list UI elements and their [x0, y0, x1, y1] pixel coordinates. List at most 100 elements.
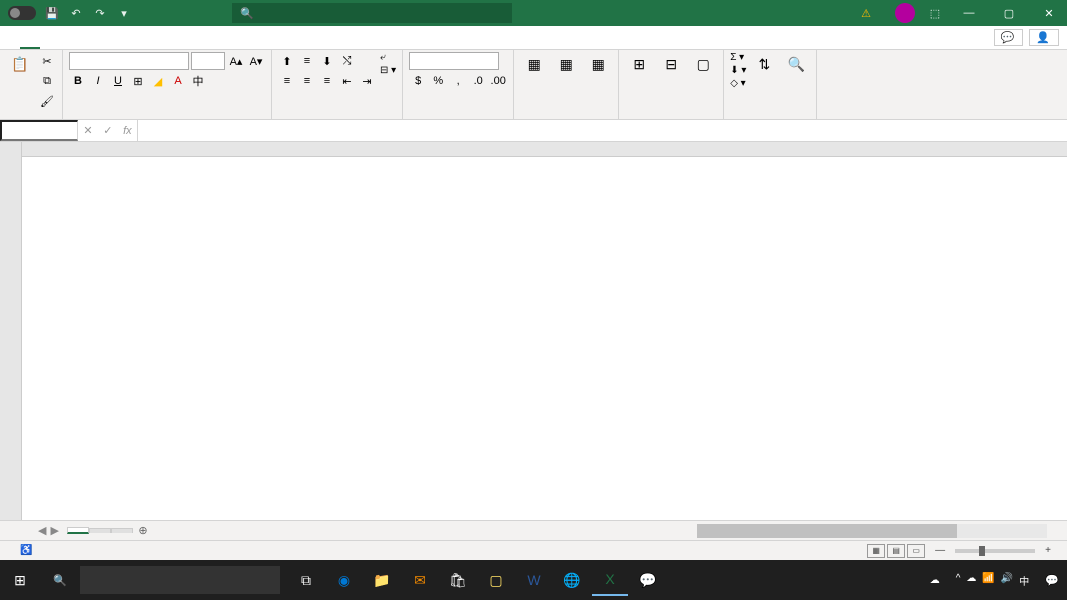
sheet-tab-3[interactable]: [111, 528, 133, 533]
add-sheet-button[interactable]: ⊕: [133, 524, 153, 537]
edge-icon[interactable]: ◉: [326, 564, 362, 596]
tab-view[interactable]: [140, 26, 160, 49]
tab-review[interactable]: [120, 26, 140, 49]
align-left-icon[interactable]: ≡: [278, 72, 296, 90]
currency-icon[interactable]: $: [409, 72, 427, 90]
minimize-button[interactable]: —: [955, 7, 983, 19]
align-right-icon[interactable]: ≡: [318, 72, 336, 90]
cell-styles-button[interactable]: ▦: [584, 52, 612, 78]
comma-icon[interactable]: ,: [449, 72, 467, 90]
sheet-nav-next-icon[interactable]: ▶: [50, 524, 58, 537]
increase-font-icon[interactable]: A▴: [227, 52, 245, 70]
task-view-icon[interactable]: ⧉: [288, 564, 324, 596]
qat-more-icon[interactable]: ▾: [116, 5, 132, 21]
redo-icon[interactable]: ↷: [92, 5, 108, 21]
close-button[interactable]: ✕: [1035, 7, 1063, 20]
tray-ime-icon[interactable]: 中: [1019, 573, 1029, 588]
tab-home[interactable]: [20, 26, 40, 49]
delete-cells-button[interactable]: ⊟: [657, 52, 685, 78]
inc-decimal-icon[interactable]: .0: [469, 72, 487, 90]
autosum-button[interactable]: Σ ▾: [730, 52, 746, 63]
sort-filter-button[interactable]: ⇅: [750, 52, 778, 78]
fill-button[interactable]: ⬇ ▾: [730, 65, 746, 76]
tab-developer[interactable]: [160, 26, 180, 49]
view-pagebreak-button[interactable]: ▭: [907, 544, 925, 558]
italic-button[interactable]: I: [89, 72, 107, 90]
undo-icon[interactable]: ↶: [68, 5, 84, 21]
phonetic-button[interactable]: 中: [189, 72, 207, 90]
maximize-button[interactable]: ▢: [995, 7, 1023, 20]
share-button[interactable]: 👤: [1029, 29, 1059, 46]
tab-help[interactable]: [200, 26, 220, 49]
warning-icon[interactable]: ⚠: [861, 7, 871, 20]
align-middle-icon[interactable]: ≡: [298, 52, 316, 70]
align-bottom-icon[interactable]: ⬇: [318, 52, 336, 70]
formula-input[interactable]: [138, 120, 1067, 141]
fx-icon[interactable]: fx: [123, 125, 132, 137]
excel-icon[interactable]: X: [592, 564, 628, 596]
tray-onedrive-icon[interactable]: ☁: [966, 573, 976, 588]
zoom-out-button[interactable]: —: [935, 545, 945, 556]
user-avatar[interactable]: [895, 3, 915, 23]
store-icon[interactable]: 🛍: [440, 564, 476, 596]
dec-decimal-icon[interactable]: .00: [489, 72, 507, 90]
align-top-icon[interactable]: ⬆: [278, 52, 296, 70]
number-format-select[interactable]: [409, 52, 499, 70]
font-color-button[interactable]: A: [169, 72, 187, 90]
taskbar-search-icon[interactable]: 🔍: [40, 574, 80, 587]
comments-button[interactable]: 💬: [994, 29, 1024, 46]
fill-color-button[interactable]: ◢: [149, 72, 167, 90]
wrap-text-button[interactable]: ⤶: [380, 52, 396, 63]
border-button[interactable]: ⊞: [129, 72, 147, 90]
spreadsheet[interactable]: [0, 142, 1067, 520]
indent-inc-icon[interactable]: ⇥: [358, 72, 376, 90]
tab-layout[interactable]: [60, 26, 80, 49]
font-name-select[interactable]: [69, 52, 189, 70]
format-painter-icon[interactable]: 🖌: [38, 92, 56, 110]
percent-icon[interactable]: %: [429, 72, 447, 90]
autosave-toggle[interactable]: [8, 6, 36, 20]
paste-button[interactable]: 📋: [6, 52, 34, 78]
sheet-tab-1[interactable]: [67, 527, 89, 534]
insert-cells-button[interactable]: ⊞: [625, 52, 653, 78]
save-icon[interactable]: 💾: [44, 5, 60, 21]
line-icon[interactable]: 💬: [630, 564, 666, 596]
fx-cancel-icon[interactable]: ✕: [83, 124, 92, 137]
start-button[interactable]: ⊞: [0, 572, 40, 589]
ribbon-display-icon[interactable]: ⬚: [927, 5, 943, 21]
find-select-button[interactable]: 🔍: [782, 52, 810, 78]
tab-data[interactable]: [100, 26, 120, 49]
view-normal-button[interactable]: ▦: [867, 544, 885, 558]
tab-file[interactable]: [0, 26, 20, 49]
tray-chevron-icon[interactable]: ^: [956, 573, 961, 588]
sheet-tab-2[interactable]: [89, 528, 111, 533]
zoom-in-button[interactable]: +: [1045, 545, 1051, 556]
clear-button[interactable]: ◇ ▾: [730, 78, 746, 89]
merge-button[interactable]: ⊟ ▾: [380, 65, 396, 76]
orientation-icon[interactable]: ⤭: [338, 52, 356, 70]
mail-icon[interactable]: ✉: [402, 564, 438, 596]
format-table-button[interactable]: ▦: [552, 52, 580, 78]
sheet-nav-prev-icon[interactable]: ◀: [38, 524, 46, 537]
word-icon[interactable]: W: [516, 564, 552, 596]
format-cells-button[interactable]: ▢: [689, 52, 717, 78]
view-pagelayout-button[interactable]: ▤: [887, 544, 905, 558]
tab-addins[interactable]: [180, 26, 200, 49]
font-size-select[interactable]: [191, 52, 225, 70]
align-center-icon[interactable]: ≡: [298, 72, 316, 90]
cond-format-button[interactable]: ▦: [520, 52, 548, 78]
h-scrollbar[interactable]: [697, 524, 1047, 538]
tab-insert[interactable]: [40, 26, 60, 49]
notification-icon[interactable]: 💬: [1045, 574, 1059, 587]
chrome-icon[interactable]: 🌐: [554, 564, 590, 596]
fx-confirm-icon[interactable]: ✓: [103, 124, 112, 137]
copy-icon[interactable]: ⧉: [38, 72, 56, 90]
cut-icon[interactable]: ✂: [38, 52, 56, 70]
name-box[interactable]: [0, 120, 78, 141]
explorer-icon[interactable]: 📁: [364, 564, 400, 596]
indent-dec-icon[interactable]: ⇤: [338, 72, 356, 90]
status-accessibility[interactable]: ♿: [20, 545, 32, 556]
tray-volume-icon[interactable]: 🔊: [1001, 573, 1013, 588]
tray-wifi-icon[interactable]: 📶: [982, 573, 994, 588]
underline-button[interactable]: U: [109, 72, 127, 90]
